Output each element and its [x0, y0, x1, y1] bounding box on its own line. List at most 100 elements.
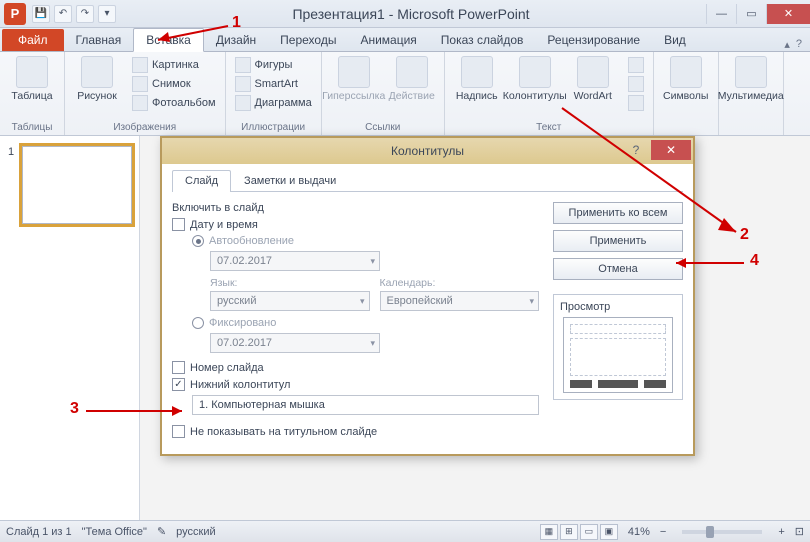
zoom-slider[interactable]: [682, 530, 762, 534]
zoom-out-button[interactable]: −: [660, 526, 666, 538]
tab-slideshow[interactable]: Показ слайдов: [429, 29, 536, 51]
dialog-tab-slide[interactable]: Слайд: [172, 170, 231, 192]
hide-title-row[interactable]: Не показывать на титульном слайде: [172, 425, 539, 438]
dialog-title: Колонтитулы: [391, 144, 464, 158]
fixed-row: Фиксировано: [192, 317, 539, 329]
cancel-button[interactable]: Отмена: [553, 258, 683, 280]
chart-button[interactable]: Диаграмма: [232, 94, 315, 112]
textbox-button[interactable]: Надпись: [451, 56, 503, 102]
ribbon-minimize-icon[interactable]: ▴: [784, 38, 790, 51]
save-icon[interactable]: 💾: [32, 5, 50, 23]
photoalbum-button[interactable]: Фотоальбом: [129, 94, 219, 112]
close-button[interactable]: ✕: [766, 4, 810, 24]
undo-icon[interactable]: ↶: [54, 5, 72, 23]
annotation-4: 4: [750, 252, 759, 270]
dialog-tab-notes[interactable]: Заметки и выдачи: [231, 170, 349, 191]
footer-checkbox[interactable]: [172, 378, 185, 391]
tab-design[interactable]: Дизайн: [204, 29, 268, 51]
dialog-help-button[interactable]: ?: [625, 140, 647, 160]
wordart-button[interactable]: WordArt: [567, 56, 619, 102]
date-time-checkbox-row[interactable]: Дату и время: [172, 218, 539, 231]
slide-number-row[interactable]: Номер слайда: [172, 361, 539, 374]
group-text: Надпись Колонтитулы WordArt Текст: [445, 52, 654, 135]
zoom-in-button[interactable]: +: [778, 526, 784, 538]
maximize-button[interactable]: ▭: [736, 4, 766, 24]
table-icon: [16, 56, 48, 88]
annotation-1: 1: [232, 14, 241, 32]
apply-all-button[interactable]: Применить ко всем: [553, 202, 683, 224]
status-lang-icon[interactable]: ✎: [157, 525, 166, 538]
picture-icon: [81, 56, 113, 88]
fit-button[interactable]: ⊡: [795, 525, 804, 538]
group-label: Текст: [451, 120, 647, 133]
slide-number-label: Номер слайда: [190, 362, 264, 374]
ribbon: Таблица Таблицы Рисунок Картинка Снимок …: [0, 52, 810, 136]
group-links: Гиперссылка Действие Ссылки: [322, 52, 445, 135]
preview-box: Просмотр: [553, 294, 683, 400]
status-lang: русский: [176, 526, 215, 538]
help-icon[interactable]: ?: [796, 38, 802, 51]
tab-file[interactable]: Файл: [2, 29, 64, 51]
tab-view[interactable]: Вид: [652, 29, 698, 51]
dialog-titlebar: Колонтитулы ? ✕: [162, 138, 693, 164]
smartart-button[interactable]: SmartArt: [232, 75, 315, 93]
slide-thumbnail[interactable]: [22, 146, 132, 224]
group-label: Ссылки: [328, 120, 438, 133]
qat-customize-icon[interactable]: ▾: [98, 5, 116, 23]
text-extra-2[interactable]: [625, 75, 647, 93]
zoom-label: 41%: [628, 526, 650, 538]
photoalbum-icon: [132, 95, 148, 111]
view-slideshow-button[interactable]: ▣: [600, 524, 618, 540]
view-sorter-button[interactable]: ⊞: [560, 524, 578, 540]
statusbar: Слайд 1 из 1 "Тема Office" ✎ русский ▦ ⊞…: [0, 520, 810, 542]
lang-label: Язык:: [210, 277, 370, 289]
group-label: [725, 131, 777, 133]
hide-title-checkbox[interactable]: [172, 425, 185, 438]
action-icon: [396, 56, 428, 88]
tab-animation[interactable]: Анимация: [348, 29, 428, 51]
header-footer-button[interactable]: Колонтитулы: [509, 56, 561, 102]
zoom-thumb[interactable]: [706, 526, 714, 538]
ribbon-tabs: Файл Главная Вставка Дизайн Переходы Ани…: [0, 28, 810, 52]
view-reading-button[interactable]: ▭: [580, 524, 598, 540]
header-footer-icon: [519, 56, 551, 88]
fixed-date-field: 07.02.2017: [210, 333, 380, 353]
media-icon: [735, 56, 767, 88]
footer-row[interactable]: Нижний колонтитул: [172, 378, 539, 391]
footer-text-input[interactable]: [192, 395, 539, 415]
symbols-icon: [670, 56, 702, 88]
action-button[interactable]: Действие: [386, 56, 438, 102]
shapes-button[interactable]: Фигуры: [232, 56, 315, 74]
screenshot-button[interactable]: Снимок: [129, 75, 219, 93]
group-label: Иллюстрации: [232, 120, 315, 133]
date-time-label: Дату и время: [190, 219, 258, 231]
slide-number-checkbox[interactable]: [172, 361, 185, 374]
clipart-button[interactable]: Картинка: [129, 56, 219, 74]
text-extra-3[interactable]: [625, 94, 647, 112]
date-time-checkbox[interactable]: [172, 218, 185, 231]
hyperlink-button[interactable]: Гиперссылка: [328, 56, 380, 102]
group-label: Таблицы: [6, 120, 58, 133]
calendar-label: Календарь:: [380, 277, 540, 289]
minimize-button[interactable]: —: [706, 4, 736, 24]
redo-icon[interactable]: ↷: [76, 5, 94, 23]
fixed-radio: [192, 317, 204, 329]
tab-transitions[interactable]: Переходы: [268, 29, 348, 51]
tab-insert[interactable]: Вставка: [133, 28, 204, 52]
tab-home[interactable]: Главная: [64, 29, 134, 51]
tab-review[interactable]: Рецензирование: [535, 29, 652, 51]
picture-button[interactable]: Рисунок: [71, 56, 123, 102]
apply-button[interactable]: Применить: [553, 230, 683, 252]
text-extra-1[interactable]: [625, 56, 647, 74]
hyperlink-icon: [338, 56, 370, 88]
media-button[interactable]: Мультимедиа: [725, 56, 777, 102]
dialog-close-button[interactable]: ✕: [651, 140, 691, 160]
slide-panel: 1: [0, 136, 140, 520]
view-normal-button[interactable]: ▦: [540, 524, 558, 540]
fixed-label: Фиксировано: [209, 317, 276, 329]
lang-combo: русский: [210, 291, 370, 311]
table-button[interactable]: Таблица: [6, 56, 58, 102]
view-buttons: ▦ ⊞ ▭ ▣: [540, 524, 618, 540]
symbols-button[interactable]: Символы: [660, 56, 712, 102]
dialog-tabs: Слайд Заметки и выдачи: [172, 170, 683, 192]
